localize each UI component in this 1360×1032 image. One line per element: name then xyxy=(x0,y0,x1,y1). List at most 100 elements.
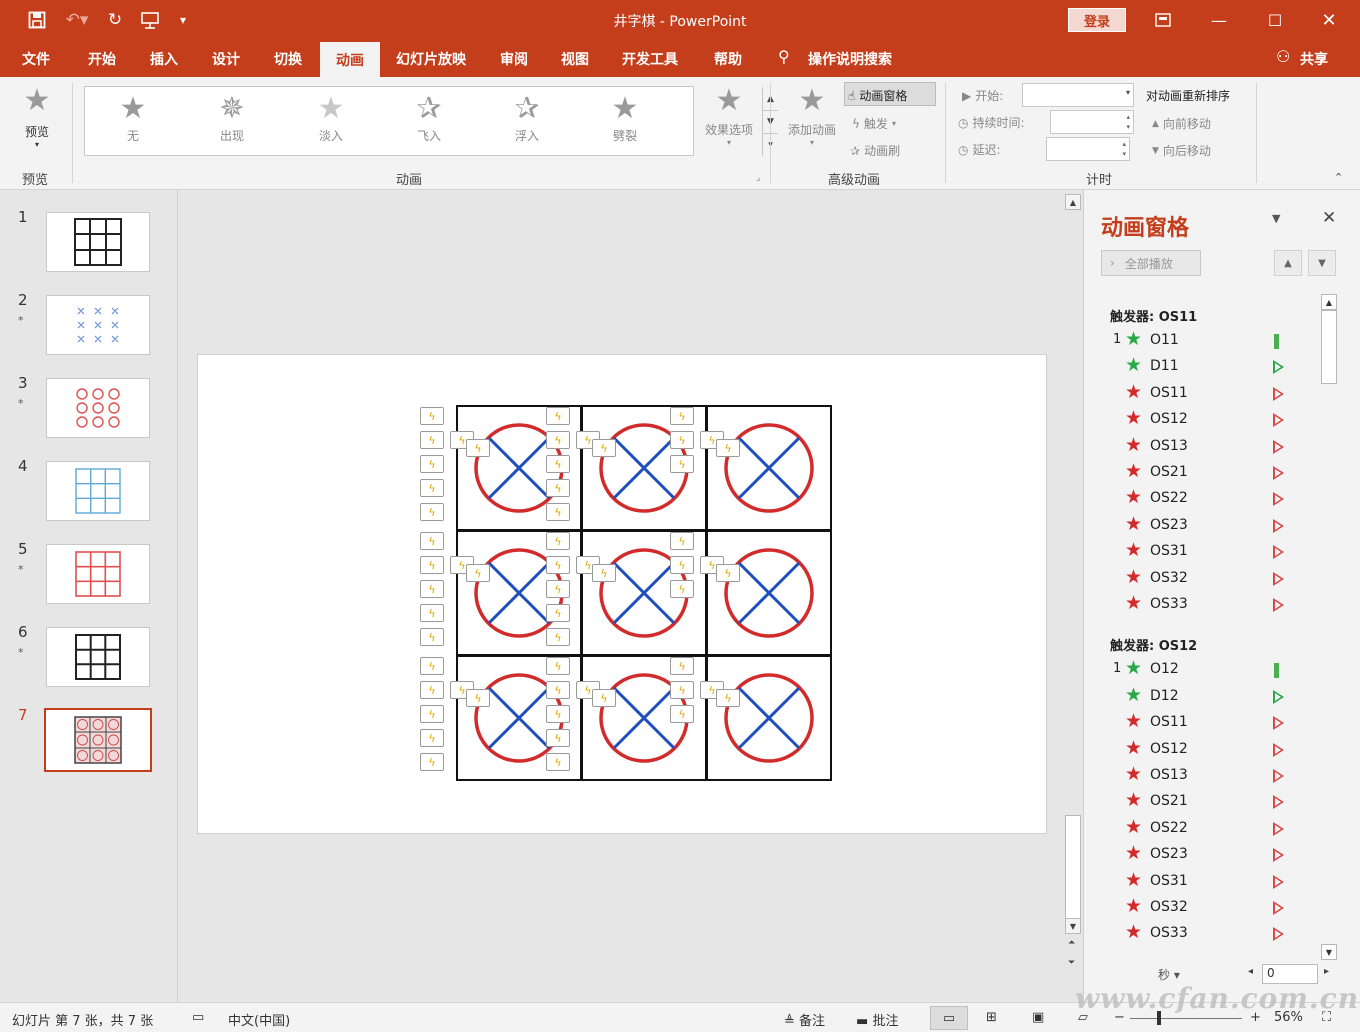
duration-spinner[interactable]: ▴ ▾ xyxy=(1050,110,1134,134)
trigger-marker-icon[interactable]: ϟ xyxy=(420,580,444,598)
trigger-marker-icon[interactable]: ϟ xyxy=(546,705,570,723)
preview-button[interactable]: ★ 预览 ▾ xyxy=(14,83,60,149)
trigger-marker-icon[interactable]: ϟ xyxy=(546,556,570,574)
tab-help[interactable]: 帮助 xyxy=(714,49,742,69)
slide-thumb-4[interactable] xyxy=(46,461,150,521)
canvas-scrollbar[interactable]: ▲ ▼ ⏶ ⏷ xyxy=(1063,190,1083,976)
trigger-marker-icon[interactable]: ϟ xyxy=(420,729,444,747)
trigger-marker-icon[interactable]: ϟ xyxy=(420,556,444,574)
timing-marker[interactable] xyxy=(1273,769,1284,783)
trigger-marker-icon[interactable]: ϟ xyxy=(670,705,694,723)
timing-marker[interactable] xyxy=(1273,413,1284,428)
trigger-marker-icon[interactable]: ϟ xyxy=(670,556,694,574)
animation-item[interactable]: ★ OS31 xyxy=(1110,539,1290,565)
timing-marker[interactable] xyxy=(1273,689,1284,704)
trigger-marker-icon[interactable]: ϟ xyxy=(420,705,444,723)
tab-file[interactable]: 文件 xyxy=(22,49,50,69)
trigger-marker-icon[interactable]: ϟ xyxy=(420,657,444,675)
slide-thumb-2[interactable] xyxy=(46,295,150,355)
share-button[interactable]: 共享 xyxy=(1300,49,1328,69)
trigger-marker-icon[interactable]: ϟ xyxy=(420,503,444,521)
move-earlier-button[interactable]: ▲ 向前移动 xyxy=(1152,115,1211,132)
timing-marker[interactable] xyxy=(1273,571,1284,586)
trigger-marker-icon[interactable]: ϟ xyxy=(546,657,570,675)
login-button[interactable]: 登录 xyxy=(1068,8,1126,32)
animation-item[interactable]: ★ OS21 xyxy=(1110,789,1290,815)
animation-item[interactable]: ★ OS21 xyxy=(1110,460,1290,486)
gallery-fly-in[interactable]: ✰ 飞入 xyxy=(399,91,459,153)
maximize-icon[interactable]: ☐ xyxy=(1260,8,1290,32)
timing-marker[interactable] xyxy=(1273,518,1284,533)
animation-item[interactable]: ★ OS23 xyxy=(1110,513,1290,539)
trigger-marker-icon[interactable]: ϟ xyxy=(546,503,570,521)
pane-scrollbar[interactable]: ▲ ▼ xyxy=(1320,294,1338,960)
timeline-scale[interactable]: 0 xyxy=(1262,964,1318,984)
trigger-marker-icon[interactable]: ϟ xyxy=(592,689,616,707)
timing-marker[interactable] xyxy=(1273,598,1284,612)
trigger-marker-icon[interactable]: ϟ xyxy=(420,753,444,771)
trigger-marker-icon[interactable]: ϟ xyxy=(670,532,694,550)
trigger-marker-icon[interactable]: ϟ xyxy=(716,439,740,457)
trigger-marker-icon[interactable]: ϟ xyxy=(546,729,570,747)
trigger-marker-icon[interactable]: ϟ xyxy=(670,580,694,598)
timing-marker[interactable] xyxy=(1273,901,1284,915)
trigger-marker-icon[interactable]: ϟ xyxy=(592,439,616,457)
board-cell[interactable] xyxy=(706,530,832,656)
animation-item[interactable]: ★ OS33 xyxy=(1110,592,1290,618)
gallery-fade[interactable]: ★ 淡入 xyxy=(301,91,361,153)
slide-sorter-icon[interactable]: ⊞ xyxy=(986,1010,997,1025)
animation-item[interactable]: 1 ★ O11 xyxy=(1110,328,1290,354)
animation-item[interactable]: ★ OS11 xyxy=(1110,710,1290,736)
timing-marker[interactable] xyxy=(1273,386,1284,401)
timing-marker[interactable] xyxy=(1273,795,1284,810)
animation-item[interactable]: ★ OS32 xyxy=(1110,895,1290,921)
trigger-marker-icon[interactable]: ϟ xyxy=(670,407,694,425)
animation-item[interactable]: ★ OS22 xyxy=(1110,816,1290,842)
timing-marker[interactable] xyxy=(1273,466,1284,480)
next-slide-icon[interactable]: ⏷ xyxy=(1068,958,1075,968)
tell-me-search[interactable]: 操作说明搜索 xyxy=(808,49,892,69)
timing-marker[interactable] xyxy=(1273,821,1284,836)
pane-scroll-down-icon[interactable]: ▼ xyxy=(1321,944,1337,960)
trigger-marker-icon[interactable]: ϟ xyxy=(420,628,444,646)
zoom-slider[interactable] xyxy=(1130,1018,1242,1019)
trigger-marker-icon[interactable]: ϟ xyxy=(546,628,570,646)
animation-item[interactable]: ★ OS12 xyxy=(1110,407,1290,433)
trigger-marker-icon[interactable]: ϟ xyxy=(466,689,490,707)
tab-slideshow[interactable]: 幻灯片放映 xyxy=(396,49,466,69)
trigger-marker-icon[interactable]: ϟ xyxy=(420,455,444,473)
timeline-right-icon[interactable]: ▸ xyxy=(1324,966,1329,977)
pane-options-icon[interactable]: ▼ xyxy=(1272,212,1280,225)
close-pane-icon[interactable]: ✕ xyxy=(1322,208,1336,228)
pane-scroll-thumb[interactable] xyxy=(1321,310,1337,384)
timing-marker[interactable] xyxy=(1273,716,1284,731)
timing-bar[interactable] xyxy=(1274,663,1279,679)
timing-marker[interactable] xyxy=(1273,848,1284,863)
gallery-float-in[interactable]: ✰ 浮入 xyxy=(497,91,557,153)
normal-view-icon[interactable]: ▭ xyxy=(930,1006,968,1030)
move-up-icon[interactable]: ▲ xyxy=(1274,250,1302,276)
collapse-ribbon-icon[interactable]: ⌃ xyxy=(1334,171,1343,184)
trigger-marker-icon[interactable]: ϟ xyxy=(546,479,570,497)
move-down-icon[interactable]: ▼ xyxy=(1308,250,1336,276)
pane-scroll-up-icon[interactable]: ▲ xyxy=(1321,294,1337,310)
language-label[interactable]: 中文(中国) xyxy=(228,1010,290,1029)
timing-marker[interactable] xyxy=(1273,545,1284,560)
trigger-button[interactable]: ϟ 触发 ▾ xyxy=(852,115,896,132)
scroll-up-icon[interactable]: ▲ xyxy=(1065,194,1081,210)
tab-home[interactable]: 开始 xyxy=(88,49,116,69)
board-cell[interactable] xyxy=(706,655,832,781)
tab-transitions[interactable]: 切换 xyxy=(274,49,302,69)
trigger-marker-icon[interactable]: ϟ xyxy=(670,431,694,449)
slide-thumb-7[interactable] xyxy=(44,708,152,772)
trigger-marker-icon[interactable]: ϟ xyxy=(670,657,694,675)
timing-marker[interactable] xyxy=(1273,874,1284,889)
gallery-split[interactable]: ★ 劈裂 xyxy=(595,91,655,153)
trigger-marker-icon[interactable]: ϟ xyxy=(546,681,570,699)
trigger-marker-icon[interactable]: ϟ xyxy=(420,407,444,425)
animation-painter-button[interactable]: ✰ 动画刷 xyxy=(850,142,900,159)
timing-marker[interactable] xyxy=(1273,492,1284,507)
tab-animations[interactable]: 动画 xyxy=(320,42,380,77)
trigger-marker-icon[interactable]: ϟ xyxy=(670,455,694,473)
trigger-marker-icon[interactable]: ϟ xyxy=(546,431,570,449)
